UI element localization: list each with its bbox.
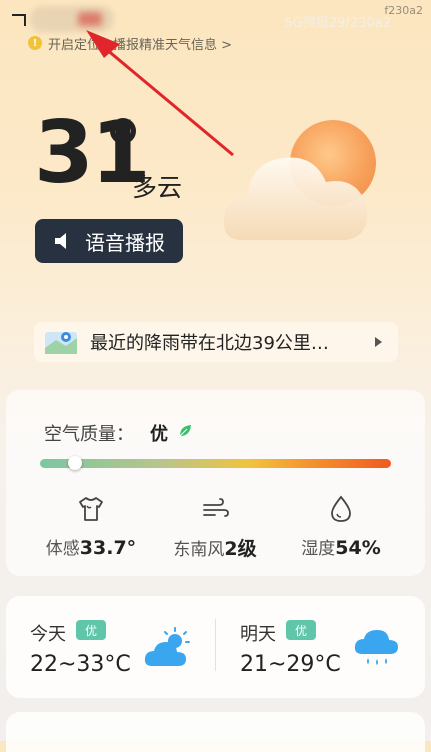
wind-metric: 东南风2级 [160, 494, 270, 561]
feels-like-value: 33.7° [79, 537, 137, 559]
tshirt-icon [79, 497, 103, 521]
air-quality-indicator [68, 456, 83, 470]
next-card-edge [6, 712, 425, 752]
humidity-metric: 湿度54% [286, 494, 396, 559]
humidity-label: 湿度 [301, 539, 336, 559]
forecast-today-aqi-badge: 优 [76, 620, 107, 640]
humidity-icon [331, 495, 351, 522]
forecast-today-label: 今天 [30, 624, 66, 645]
map-icon [45, 332, 77, 354]
forecast-tomorrow-range: 21~29°C [240, 652, 341, 677]
air-quality-bar [40, 459, 391, 468]
rain-alert-banner[interactable]: 最近的降雨带在北边39公里… [34, 322, 398, 362]
forecast-divider [215, 619, 216, 671]
current-condition: 多云 [132, 173, 183, 202]
partly-cloudy-icon [144, 627, 190, 666]
wind-icon [203, 498, 229, 517]
degree-symbol [110, 118, 136, 144]
leaf-icon [179, 425, 191, 437]
air-quality-value: 优 [150, 424, 168, 445]
air-quality-label: 空气质量： [44, 424, 134, 445]
rain-alert-text: 最近的降雨带在北边39公里… [90, 333, 329, 354]
voice-broadcast-button[interactable]: 语音播报 [35, 219, 183, 263]
rain-icon [354, 630, 398, 665]
humidity-value: 54% [335, 537, 381, 559]
cloud-illustration [223, 157, 368, 240]
forecast-tomorrow-aqi-badge: 优 [286, 620, 317, 640]
feels-like-metric: 体感33.7° [36, 494, 146, 559]
voice-broadcast-label: 语音播报 [85, 230, 165, 255]
wind-value: 2级 [224, 538, 257, 560]
wind-label: 东南风 [173, 540, 225, 560]
forecast-today-range: 22~33°C [30, 652, 131, 677]
play-icon [375, 337, 382, 347]
forecast-tomorrow-label: 明天 [240, 624, 276, 645]
feels-like-label: 体感 [45, 539, 80, 559]
speaker-icon [55, 233, 66, 249]
